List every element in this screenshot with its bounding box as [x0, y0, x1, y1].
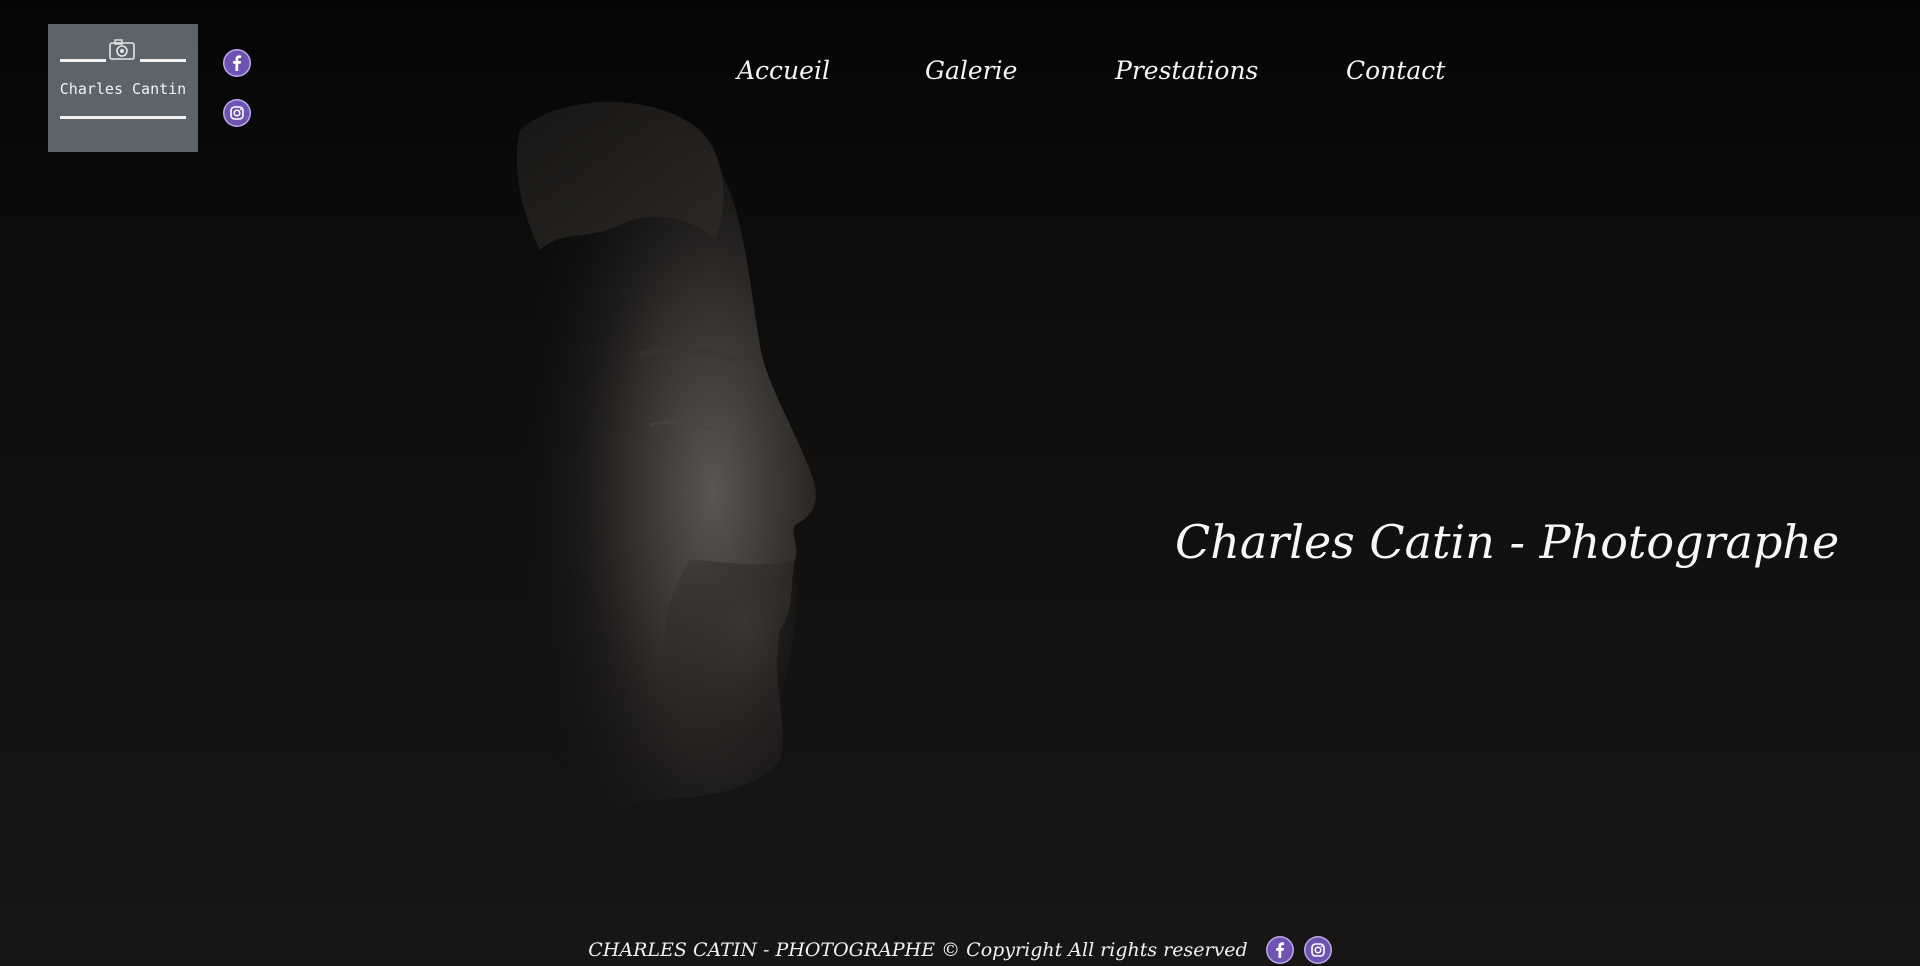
logo-divider-right — [140, 59, 186, 62]
facebook-icon — [233, 55, 242, 71]
logo-divider-left — [60, 59, 106, 62]
nav-prestations[interactable]: Prestations — [1115, 56, 1258, 85]
hero-portrait-image — [447, 101, 816, 966]
hero-title: Charles Catin - Photographe — [1175, 515, 1840, 569]
logo-underline — [60, 116, 186, 119]
footer: CHARLES CATIN - PHOTOGRAPHE © Copyright … — [0, 936, 1920, 964]
camera-icon — [109, 39, 135, 60]
footer-copyright: CHARLES CATIN - PHOTOGRAPHE © Copyright … — [588, 939, 1248, 961]
footer-facebook-link[interactable] — [1265, 936, 1294, 964]
facebook-link[interactable] — [223, 49, 251, 77]
logo-text: Charles Cantin — [59, 80, 187, 98]
nav-contact[interactable]: Contact — [1346, 56, 1445, 85]
nav-galerie[interactable]: Galerie — [925, 56, 1017, 85]
facebook-icon — [1275, 942, 1284, 958]
nav-accueil[interactable]: Accueil — [737, 56, 830, 85]
instagram-icon — [1310, 943, 1325, 957]
instagram-icon — [230, 106, 244, 120]
site-logo[interactable]: Charles Cantin — [48, 24, 198, 152]
instagram-link[interactable] — [223, 99, 251, 127]
footer-instagram-link[interactable] — [1303, 936, 1332, 964]
